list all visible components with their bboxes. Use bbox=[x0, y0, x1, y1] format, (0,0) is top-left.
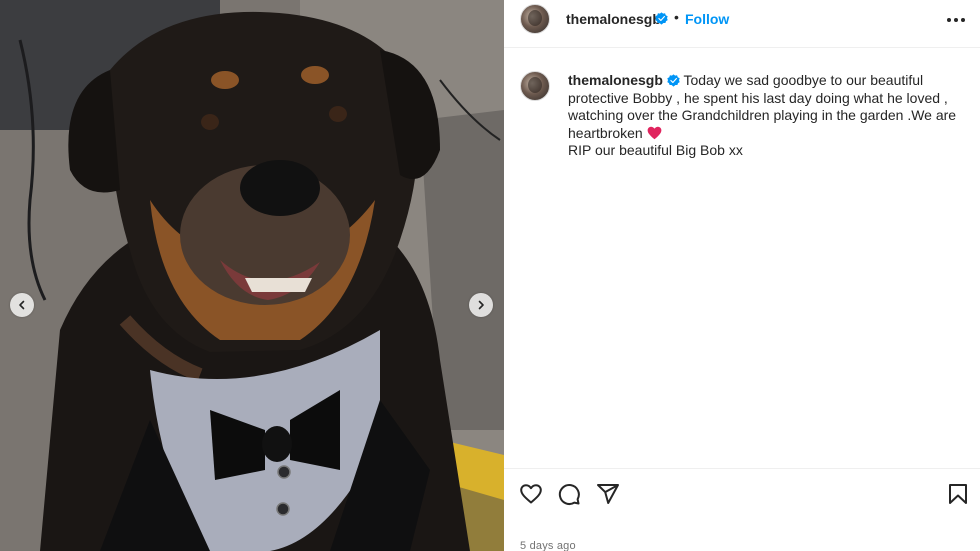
follow-button[interactable]: Follow bbox=[685, 11, 729, 27]
caption-text-after: RIP our beautiful Big Bob xx bbox=[568, 142, 743, 158]
bookmark-icon bbox=[949, 484, 967, 504]
more-options-icon bbox=[947, 18, 965, 22]
post-timestamp[interactable]: 5 days ago bbox=[520, 540, 576, 551]
more-options-button[interactable] bbox=[942, 10, 970, 30]
caption-username[interactable]: themalonesgb bbox=[568, 72, 663, 88]
comment-button[interactable] bbox=[556, 481, 582, 507]
like-button[interactable] bbox=[518, 481, 544, 507]
share-button[interactable] bbox=[595, 481, 621, 507]
verified-badge-icon bbox=[655, 12, 668, 25]
separator-dot: • bbox=[674, 9, 679, 25]
post-actions bbox=[504, 468, 980, 518]
heart-icon bbox=[520, 484, 542, 504]
share-icon bbox=[597, 484, 619, 504]
verified-badge-icon bbox=[667, 74, 680, 87]
avatar[interactable] bbox=[520, 4, 550, 34]
save-button[interactable] bbox=[945, 481, 971, 507]
post-header: themalonesgb • Follow bbox=[504, 0, 980, 48]
chevron-left-icon bbox=[19, 300, 25, 310]
next-image-button[interactable] bbox=[469, 293, 493, 317]
red-heart-emoji-icon bbox=[647, 126, 661, 139]
previous-image-button[interactable] bbox=[10, 293, 34, 317]
comment-icon bbox=[558, 484, 580, 505]
post-media[interactable] bbox=[0, 0, 504, 551]
post-caption: themalonesgb Today we sad goodbye to our… bbox=[568, 72, 974, 160]
post-sidebar: themalonesgb • Follow themalonesgb Today… bbox=[504, 0, 980, 551]
chevron-right-icon bbox=[478, 300, 484, 310]
caption-avatar[interactable] bbox=[520, 71, 550, 101]
dog-photo bbox=[0, 0, 504, 551]
header-username[interactable]: themalonesgb bbox=[566, 11, 661, 27]
